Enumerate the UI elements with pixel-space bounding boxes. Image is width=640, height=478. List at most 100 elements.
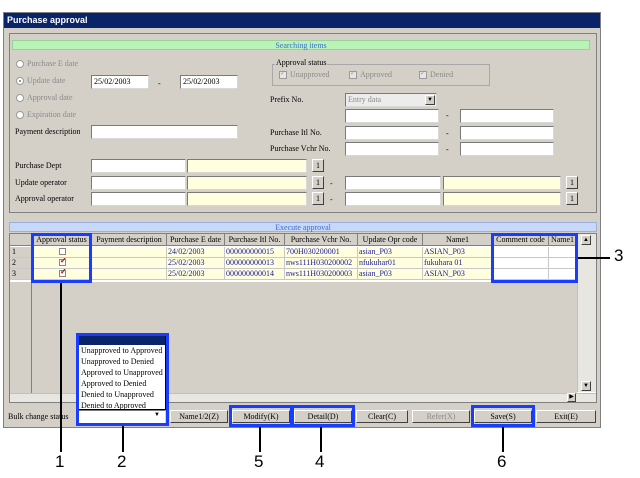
exit-button[interactable]: Exit(E): [536, 410, 596, 423]
radio-purchase-e-date[interactable]: [16, 60, 24, 68]
cell-purchase-vchr-no: 700H030200001: [285, 247, 358, 258]
callout-line-3: [578, 257, 610, 259]
checkbox-approved[interactable]: [349, 69, 357, 79]
cell-purchase-vchr-no: nws111H030200002: [285, 258, 358, 269]
refer-button[interactable]: Refer(X): [412, 410, 470, 423]
cell-name1: fukuhara 01: [423, 258, 493, 269]
payment-description-label: Payment description: [15, 127, 81, 136]
checkbox-label-unapproved: Unapproved: [290, 70, 330, 79]
update-operator-from-code-input[interactable]: [91, 176, 186, 190]
approval-operator-from-name-field: [187, 192, 307, 206]
name1-2-button[interactable]: Name1/2(Z): [170, 410, 228, 423]
checkbox-unapproved[interactable]: [279, 69, 287, 79]
searching-items-banner: Searching items: [12, 40, 590, 50]
prefix-range-separator: -: [446, 111, 449, 120]
update-operator-to-code-input[interactable]: [345, 176, 441, 190]
chevron-down-icon[interactable]: ▼: [425, 95, 435, 105]
approval-operator-to-name-field: [443, 192, 561, 206]
scroll-down-icon[interactable]: ▼: [581, 381, 591, 391]
cell-purchase-e-date: 25/02/2003: [167, 269, 225, 280]
radio-approval-date[interactable]: [16, 94, 24, 102]
prefix-no-from-input[interactable]: [345, 109, 439, 123]
prefix-no-to-input[interactable]: [460, 109, 554, 123]
date-range-separator: -: [158, 79, 161, 88]
radio-expiration-date[interactable]: [16, 111, 24, 119]
callout-number-6: 6: [497, 452, 507, 471]
checkbox-denied[interactable]: [419, 69, 427, 79]
scroll-right-icon[interactable]: ▶: [567, 393, 576, 402]
approval-status-title: Approval status: [275, 57, 328, 68]
callout-number-5: 5: [254, 452, 264, 471]
cell-payment-description: [92, 269, 167, 280]
cell-name1: ASIAN_P03: [423, 269, 493, 280]
col-header-payment-description[interactable]: Payment description: [92, 234, 167, 246]
purchase-vchr-no-from-input[interactable]: [345, 142, 439, 156]
callout-line-1: [60, 283, 62, 452]
purchase-dept-name-field: [187, 159, 307, 173]
callout-line-4: [320, 427, 322, 452]
cell-purchase-e-date: 25/02/2003: [167, 258, 225, 269]
cell-update-opr-code: asian_P03: [358, 247, 423, 258]
approval-operator-range-separator: -: [330, 195, 333, 204]
approval-operator-to-lookup-button[interactable]: 1: [566, 192, 578, 205]
row-number: 3: [10, 269, 32, 280]
radio-update-date[interactable]: [16, 77, 24, 85]
col-header-purchase-vchr-no[interactable]: Purchase Vchr No.: [285, 234, 358, 246]
cell-purchase-itl-no: 000000000015: [225, 247, 285, 258]
update-operator-to-lookup-button[interactable]: 1: [566, 176, 578, 189]
payment-description-input[interactable]: [91, 125, 238, 139]
purchase-vchr-no-label: Purchase Vchr No.: [270, 144, 331, 153]
cell-payment-description: [92, 247, 167, 258]
callout-number-3: 3: [614, 246, 624, 265]
col-header-purchase-itl-no[interactable]: Purchase Itl No.: [225, 234, 285, 246]
vchr-range-separator: -: [446, 145, 449, 154]
date-to-input[interactable]: 25/02/2003: [180, 75, 238, 89]
approval-operator-to-code-input[interactable]: [345, 192, 441, 206]
purchase-itl-no-to-input[interactable]: [460, 126, 554, 140]
callout-number-4: 4: [315, 452, 325, 471]
update-operator-from-lookup-button[interactable]: 1: [312, 176, 324, 189]
radio-label-expiration-date: Expiration date: [27, 110, 77, 119]
date-from-input[interactable]: 25/02/2003: [91, 75, 149, 89]
radio-label-approval-date: Approval date: [27, 93, 73, 102]
callout-line-2: [122, 426, 124, 452]
purchase-dept-code-input[interactable]: [91, 159, 186, 173]
checkbox-label-denied: Denied: [430, 70, 454, 79]
purchase-itl-no-from-input[interactable]: [345, 126, 439, 140]
highlight-detail: [291, 405, 355, 427]
purchase-vchr-no-to-input[interactable]: [460, 142, 554, 156]
clear-button[interactable]: Clear(C): [356, 410, 408, 423]
approval-operator-from-code-input[interactable]: [91, 192, 186, 206]
update-operator-to-name-field: [443, 176, 561, 190]
update-operator-from-name-field: [187, 176, 307, 190]
window-title: Purchase approval: [4, 13, 600, 28]
radio-label-update-date: Update date: [27, 76, 66, 85]
col-header-purchase-e-date[interactable]: Purchase E date: [167, 234, 225, 246]
scroll-up-icon[interactable]: ▲: [581, 235, 591, 245]
callout-line-5: [259, 427, 261, 452]
highlight-save: [471, 405, 535, 427]
update-operator-label: Update operator: [15, 178, 67, 187]
execute-approval-banner: Execute approval: [9, 222, 597, 232]
cell-purchase-itl-no: 000000000013: [225, 258, 285, 269]
purchase-dept-label: Purchase Dept: [15, 161, 62, 170]
col-header-update-opr-code[interactable]: Update Opr code: [358, 234, 423, 246]
cell-name1: ASIAN_P03: [423, 247, 493, 258]
prefix-no-select[interactable]: Entry data: [345, 93, 437, 107]
approval-operator-from-lookup-button[interactable]: 1: [312, 192, 324, 205]
callout-line-6: [502, 427, 504, 452]
cell-update-opr-code: nfukuhar01: [358, 258, 423, 269]
row-number: 1: [10, 247, 32, 258]
cell-purchase-itl-no: 000000000014: [225, 269, 285, 280]
grid-row-header-fill: [10, 282, 32, 394]
purchase-dept-lookup-button[interactable]: 1: [312, 159, 324, 172]
callout-number-2: 2: [117, 452, 127, 471]
highlight-comment-columns: [491, 233, 578, 283]
cell-payment-description: [92, 258, 167, 269]
highlight-approval-status: [31, 233, 92, 283]
cell-update-opr-code: asian_P03: [358, 269, 423, 280]
highlight-modify: [229, 405, 293, 427]
cell-purchase-e-date: 24/02/2003: [167, 247, 225, 258]
itl-range-separator: -: [446, 129, 449, 138]
col-header-name1[interactable]: Name1: [423, 234, 493, 246]
